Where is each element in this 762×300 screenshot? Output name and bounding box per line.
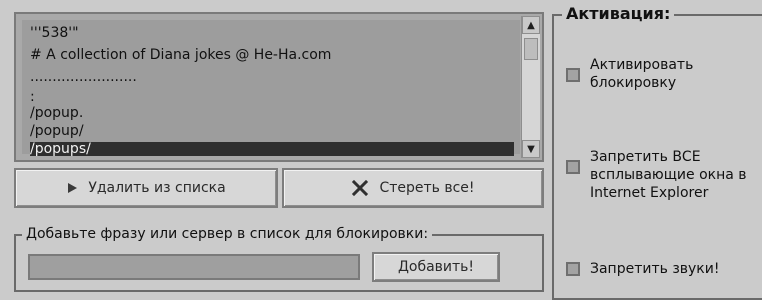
activation-title: Активация: bbox=[562, 4, 675, 24]
add-phrase-group-title: Добавьте фразу или сервер в список для б… bbox=[22, 225, 433, 243]
play-icon bbox=[66, 182, 78, 194]
block-sounds-option[interactable]: Запретить звуки! bbox=[566, 260, 760, 278]
list-item[interactable]: : bbox=[30, 90, 514, 104]
list-item[interactable]: ........................ bbox=[30, 70, 514, 84]
block-popups-option[interactable]: Запретить ВСЕ всплывающие окна в Interne… bbox=[566, 148, 760, 202]
list-item-selected[interactable]: /popups/ bbox=[30, 142, 514, 156]
window-root: '''538'" # A collection of Diana jokes @… bbox=[0, 0, 762, 300]
block-sounds-label: Запретить звуки! bbox=[590, 261, 720, 277]
scrollbar-thumb[interactable] bbox=[524, 38, 538, 60]
scroll-up-button[interactable]: ▲ bbox=[522, 16, 540, 34]
block-popups-checkbox[interactable] bbox=[566, 160, 580, 174]
delete-from-list-button[interactable]: Удалить из списка bbox=[14, 168, 278, 208]
list-scrollbar[interactable]: ▲ ▼ bbox=[521, 16, 540, 158]
clear-button-label: Стереть все! bbox=[379, 180, 475, 196]
activation-group: Активация: Активировать блокировку Запре… bbox=[552, 4, 762, 300]
block-popups-label: Запретить ВСЕ всплывающие окна в Interne… bbox=[590, 149, 747, 201]
scroll-down-button[interactable]: ▼ bbox=[522, 140, 540, 158]
add-button[interactable]: Добавить! bbox=[372, 252, 500, 282]
close-icon bbox=[351, 179, 369, 197]
block-sounds-checkbox[interactable] bbox=[566, 262, 580, 276]
list-item[interactable]: # A collection of Diana jokes @ He-Ha.co… bbox=[30, 48, 514, 62]
activate-blocking-label: Активировать блокировку bbox=[590, 57, 694, 91]
clear-all-button[interactable]: Стереть все! bbox=[282, 168, 544, 208]
list-item[interactable]: '''538'" bbox=[30, 26, 514, 40]
triangle-down-icon: ▼ bbox=[527, 143, 535, 155]
activate-blocking-checkbox[interactable] bbox=[566, 68, 580, 82]
phrase-input[interactable] bbox=[28, 254, 360, 280]
list-item[interactable]: /popup/ bbox=[30, 124, 514, 138]
blocked-list[interactable]: '''538'" # A collection of Diana jokes @… bbox=[22, 20, 520, 156]
activate-blocking-option[interactable]: Активировать блокировку bbox=[566, 56, 760, 92]
blocked-list-box: '''538'" # A collection of Diana jokes @… bbox=[14, 12, 544, 162]
triangle-up-icon: ▲ bbox=[527, 19, 535, 31]
add-phrase-group: Добавьте фразу или сервер в список для б… bbox=[14, 225, 544, 292]
delete-button-label: Удалить из списка bbox=[88, 180, 226, 196]
list-item[interactable]: /popup. bbox=[30, 106, 514, 120]
add-button-label: Добавить! bbox=[397, 259, 475, 275]
